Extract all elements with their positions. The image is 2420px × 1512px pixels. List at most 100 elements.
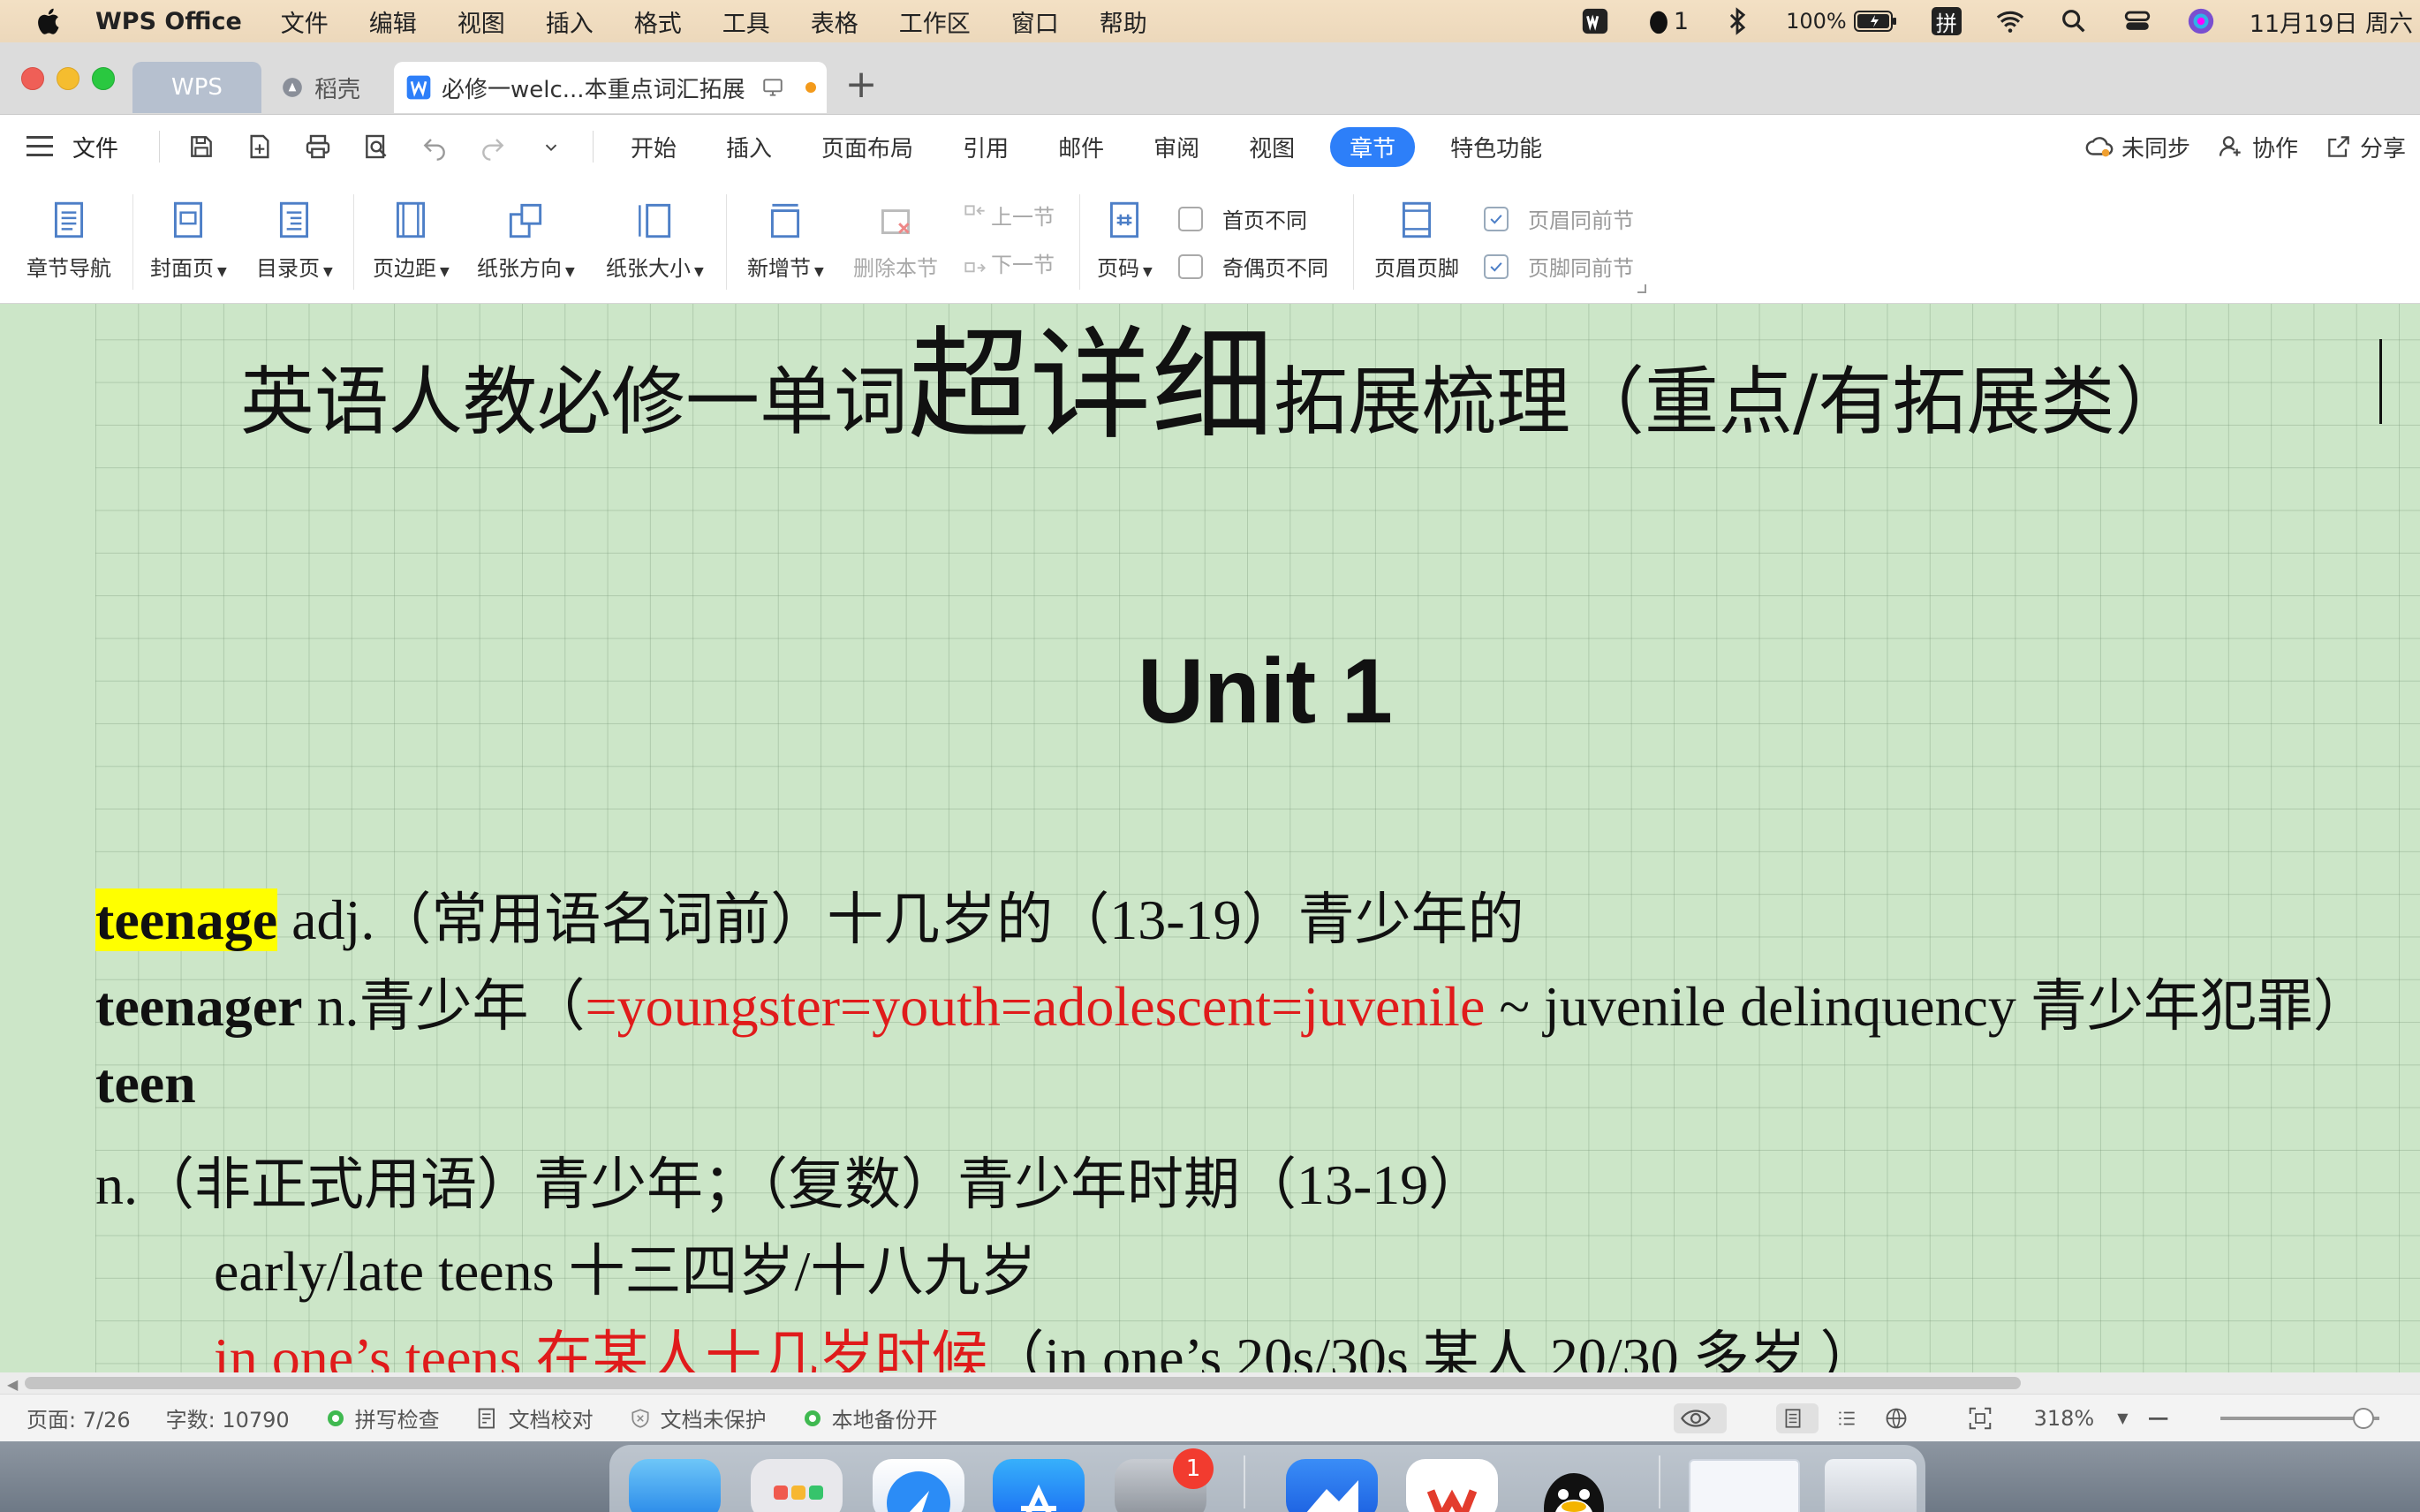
monitor-icon[interactable] <box>761 76 784 99</box>
print-preview-icon[interactable] <box>359 130 393 163</box>
spotlight-search-icon[interactable] <box>2059 6 2089 36</box>
bluetooth-icon[interactable] <box>1722 6 1752 36</box>
cover-page-button[interactable]: 封面页 ▼ <box>150 198 227 282</box>
print-icon[interactable] <box>301 130 335 163</box>
control-center-icon[interactable] <box>2122 6 2152 36</box>
zoom-dropdown-icon[interactable]: ▼ <box>2117 1410 2128 1426</box>
header-same-as-previous-checkbox[interactable]: 页眉同前节 <box>1484 203 1634 234</box>
menu-window[interactable]: 窗口 <box>1011 4 1059 39</box>
tab-section[interactable]: 章节 <box>1330 126 1416 167</box>
tab-view[interactable]: 视图 <box>1249 127 1295 167</box>
recent-window-thumbnail[interactable] <box>1689 1459 1800 1512</box>
share-button[interactable]: 分享 <box>2325 131 2406 163</box>
checkbox-checked[interactable] <box>1484 253 1509 279</box>
spell-check-toggle[interactable]: 拼写检查 <box>325 1402 440 1433</box>
toc-page-button[interactable]: 目录页 ▼ <box>256 198 333 282</box>
checkbox-checked[interactable] <box>1484 206 1509 231</box>
launchpad-icon[interactable] <box>751 1459 843 1512</box>
new-section-button[interactable]: 新增节 ▼ <box>747 198 824 282</box>
delete-section-button[interactable]: 删除本节 <box>853 198 938 282</box>
checkbox[interactable] <box>1178 253 1203 279</box>
save-icon[interactable] <box>185 130 218 163</box>
file-menu[interactable]: 文件 <box>72 131 118 163</box>
tab-insert[interactable]: 插入 <box>726 127 772 167</box>
apple-icon[interactable] <box>34 5 65 37</box>
word-count[interactable]: 字数: 10790 <box>166 1402 290 1433</box>
collaborate-button[interactable]: 协作 <box>2217 131 2298 163</box>
scroll-left-icon[interactable]: ◀ <box>7 1376 18 1393</box>
app-store-icon[interactable] <box>993 1459 1085 1512</box>
menu-table[interactable]: 表格 <box>811 4 858 39</box>
document-page[interactable]: 英语人教必修一单词 超详细 拓展梳理（重点/有拓展类） Unit 1 teena… <box>95 304 2420 1372</box>
paper-size-button[interactable]: 纸张大小 ▼ <box>606 198 704 282</box>
outline-view-icon[interactable] <box>1834 1407 1868 1430</box>
margins-button[interactable]: 页边距 ▼ <box>373 198 450 282</box>
qq-notification[interactable]: 1 <box>1644 6 1689 36</box>
document-area[interactable]: 英语人教必修一单词 超详细 拓展梳理（重点/有拓展类） Unit 1 teena… <box>0 304 2420 1372</box>
ribbon-expand-icon[interactable] <box>1637 284 1646 293</box>
input-method-icon[interactable]: 拼 <box>1931 7 1962 36</box>
trash-icon[interactable] <box>1825 1459 1917 1512</box>
siri-icon[interactable] <box>2186 6 2216 36</box>
tab-home[interactable]: 开始 <box>631 127 677 167</box>
tab-special-features[interactable]: 特色功能 <box>1450 127 1542 167</box>
wps-status-icon[interactable] <box>1580 6 1610 36</box>
menu-workspace[interactable]: 工作区 <box>899 4 971 39</box>
feishu-icon[interactable] <box>1286 1459 1378 1512</box>
web-view-icon[interactable] <box>1884 1406 1917 1431</box>
page-view-icon[interactable] <box>1775 1402 1819 1433</box>
eye-protection-icon[interactable] <box>1673 1402 1727 1433</box>
hamburger-menu-icon[interactable] <box>26 136 53 157</box>
undo-icon[interactable] <box>418 130 451 163</box>
scrollbar-thumb[interactable] <box>25 1377 2021 1389</box>
section-nav-button[interactable]: 章节导航 <box>26 198 111 282</box>
page-number-button[interactable]: 页码 ▼ <box>1097 198 1153 282</box>
safari-icon[interactable] <box>873 1459 964 1512</box>
export-pdf-icon[interactable] <box>243 130 276 163</box>
tab-wps-home[interactable]: WPS <box>132 62 261 113</box>
menu-edit[interactable]: 编辑 <box>369 4 417 39</box>
tab-review[interactable]: 审阅 <box>1153 127 1199 167</box>
tab-mailings[interactable]: 邮件 <box>1058 127 1104 167</box>
first-page-different-checkbox[interactable]: 首页不同 <box>1178 203 1307 234</box>
header-footer-button[interactable]: 页眉页脚 <box>1374 198 1459 282</box>
odd-even-different-checkbox[interactable]: 奇偶页不同 <box>1178 251 1328 282</box>
menu-format[interactable]: 格式 <box>634 4 682 39</box>
zoom-level[interactable]: 318% <box>2034 1406 2095 1431</box>
menu-tools[interactable]: 工具 <box>722 4 770 39</box>
new-tab-button[interactable]: + <box>841 58 881 110</box>
proofread-button[interactable]: 文档校对 <box>475 1402 594 1433</box>
menu-file[interactable]: 文件 <box>281 4 329 39</box>
checkbox[interactable] <box>1178 206 1203 231</box>
minimize-window-button[interactable] <box>57 67 79 90</box>
sync-status-button[interactable]: 未同步 <box>2084 131 2190 163</box>
tab-references[interactable]: 引用 <box>963 127 1009 167</box>
battery-status[interactable]: 100% <box>1786 9 1898 34</box>
quick-access-dropdown-icon[interactable] <box>534 130 568 163</box>
next-section-button[interactable]: 下一节 <box>959 247 1055 278</box>
menu-view[interactable]: 视图 <box>458 4 505 39</box>
menu-help[interactable]: 帮助 <box>1100 4 1147 39</box>
tab-page-layout[interactable]: 页面布局 <box>821 127 913 167</box>
qq-icon[interactable] <box>1528 1459 1620 1512</box>
redo-icon[interactable] <box>476 130 510 163</box>
menu-insert[interactable]: 插入 <box>546 4 594 39</box>
orientation-button[interactable]: 纸张方向 ▼ <box>477 198 575 282</box>
wps-office-icon[interactable] <box>1406 1459 1498 1512</box>
zoom-window-button[interactable] <box>92 67 115 90</box>
local-backup-status[interactable]: 本地备份开 <box>802 1402 938 1433</box>
page-indicator[interactable]: 页面: 7/26 <box>26 1402 131 1433</box>
zoom-slider[interactable] <box>2220 1407 2379 1429</box>
footer-same-as-previous-checkbox[interactable]: 页脚同前节 <box>1484 251 1634 282</box>
document-protection-status[interactable]: 文档未保护 <box>629 1402 767 1433</box>
horizontal-scrollbar[interactable]: ◀ <box>0 1372 2420 1394</box>
zoom-slider-knob[interactable] <box>2353 1407 2374 1429</box>
prev-section-button[interactable]: 上一节 <box>959 200 1055 231</box>
tab-daoke[interactable]: 稻壳 <box>274 62 397 113</box>
zoom-out-button[interactable]: − <box>2146 1401 2172 1436</box>
tab-document[interactable]: 必修一welc...本重点词汇拓展 <box>394 62 827 113</box>
finder-icon[interactable] <box>629 1459 721 1512</box>
fit-page-icon[interactable] <box>1967 1405 2002 1432</box>
close-window-button[interactable] <box>21 67 44 90</box>
wifi-icon[interactable] <box>1995 6 2025 36</box>
